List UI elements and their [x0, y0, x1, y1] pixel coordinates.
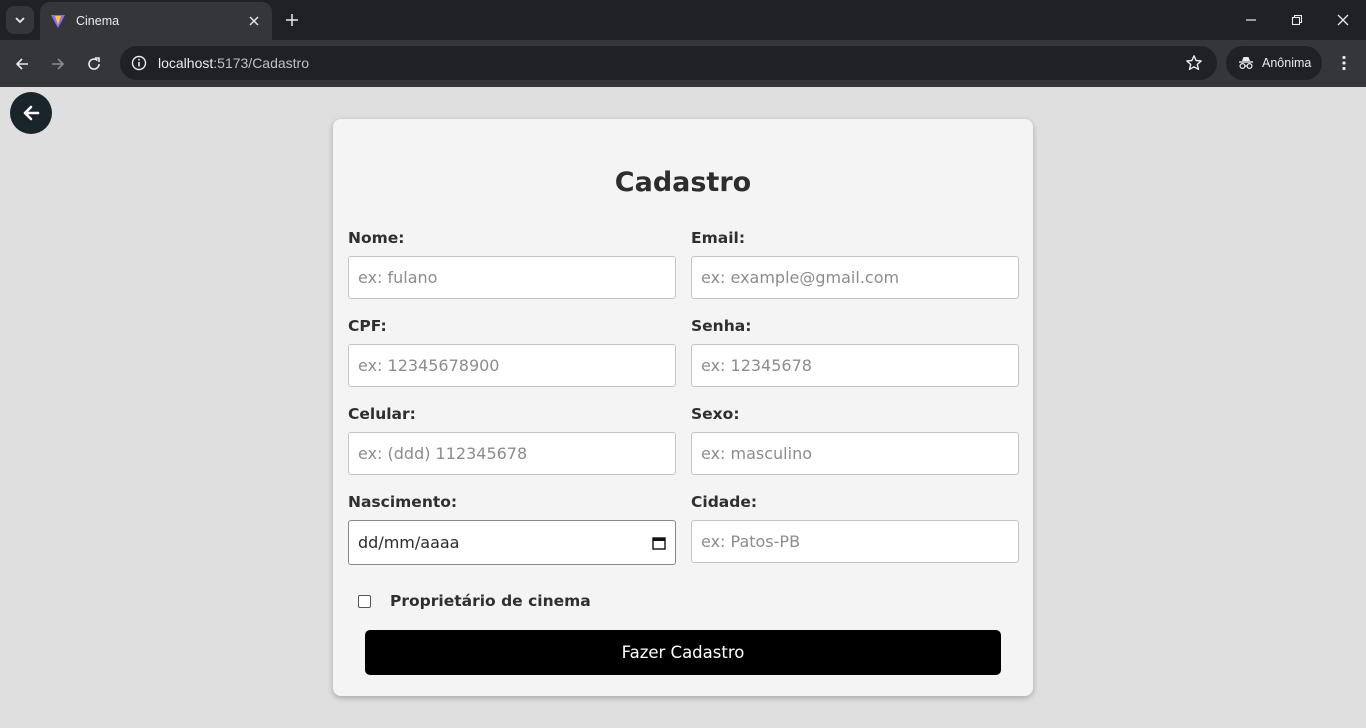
plus-icon: [286, 14, 298, 26]
browser-toolbar: localhost:5173/Cadastro Anônima: [0, 40, 1366, 87]
cpf-input[interactable]: [348, 344, 676, 387]
date-placeholder: dd/mm/aaaa: [358, 533, 460, 552]
restore-button[interactable]: [1274, 0, 1320, 40]
submit-button[interactable]: Fazer Cadastro: [365, 630, 1001, 675]
profile-label: Anônima: [1262, 56, 1312, 70]
tab-search-button[interactable]: [6, 6, 34, 34]
page-title: Cadastro: [614, 167, 752, 198]
close-icon: [1337, 14, 1349, 26]
kebab-menu-icon: [1342, 55, 1346, 71]
senha-label: Senha:: [691, 317, 752, 335]
celular-label: Celular:: [348, 405, 416, 423]
url-host: localhost: [158, 55, 214, 71]
email-label: Email:: [691, 229, 746, 247]
browser-menu-button[interactable]: [1332, 48, 1356, 78]
browser-tab[interactable]: Cinema: [40, 2, 272, 40]
nome-label: Nome:: [348, 229, 405, 247]
chevron-down-icon: [15, 17, 25, 24]
browser-tab-bar: Cinema: [0, 0, 1366, 40]
arrow-left-icon: [23, 105, 40, 121]
close-window-button[interactable]: [1320, 0, 1366, 40]
cpf-label: CPF:: [348, 317, 387, 335]
new-tab-button[interactable]: [280, 8, 304, 32]
url-path: :5173/Cadastro: [213, 55, 309, 71]
signup-card: Cadastro Nome: Email: CPF: Senha: Celula…: [333, 119, 1033, 696]
address-bar[interactable]: localhost:5173/Cadastro: [120, 46, 1217, 80]
cinema-owner-label: Proprietário de cinema: [390, 592, 591, 610]
cidade-input[interactable]: [691, 520, 1019, 563]
bookmark-star-icon[interactable]: [1185, 54, 1203, 76]
minimize-button[interactable]: [1228, 0, 1274, 40]
incognito-icon: [1239, 57, 1253, 70]
nome-input[interactable]: [348, 256, 676, 299]
incognito-profile-button[interactable]: Anônima: [1226, 46, 1322, 80]
reload-icon: [88, 57, 100, 70]
cidade-label: Cidade:: [691, 493, 758, 511]
site-info-icon[interactable]: [122, 55, 156, 71]
back-button[interactable]: [10, 92, 52, 134]
back-nav-button[interactable]: [8, 50, 36, 78]
sexo-label: Sexo:: [691, 405, 740, 423]
vite-logo-icon: [50, 13, 66, 29]
calendar-icon[interactable]: [652, 536, 666, 550]
close-tab-icon[interactable]: [246, 13, 262, 29]
url-text: localhost:5173/Cadastro: [158, 55, 309, 71]
nascimento-label: Nascimento:: [348, 493, 458, 511]
arrow-right-icon: [52, 58, 65, 70]
minimize-icon: [1246, 19, 1256, 21]
reload-button[interactable]: [80, 50, 108, 78]
forward-nav-button[interactable]: [44, 50, 72, 78]
email-input[interactable]: [691, 256, 1019, 299]
restore-icon: [1291, 14, 1303, 26]
cinema-owner-checkbox[interactable]: [358, 595, 371, 608]
sexo-input[interactable]: [691, 432, 1019, 475]
tab-title: Cinema: [76, 14, 120, 28]
celular-input[interactable]: [348, 432, 676, 475]
nascimento-date-input[interactable]: dd/mm/aaaa: [348, 520, 676, 565]
arrow-left-icon: [15, 58, 28, 70]
senha-input[interactable]: [691, 344, 1019, 387]
